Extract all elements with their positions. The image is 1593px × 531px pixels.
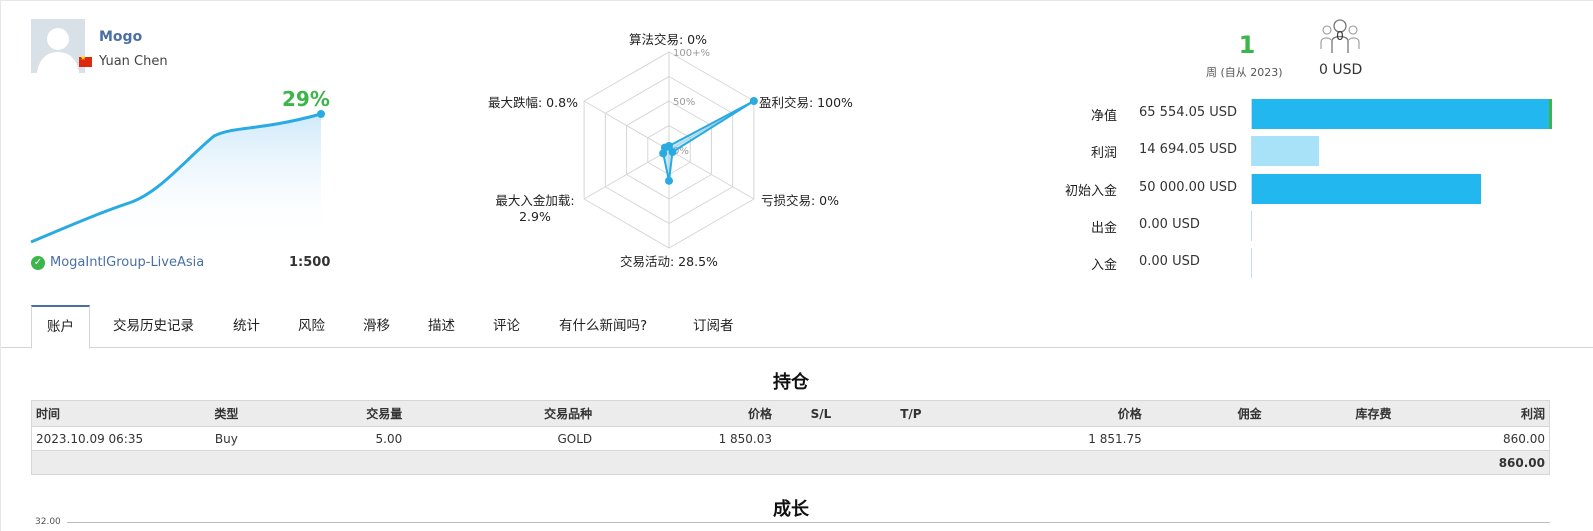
col-time[interactable]: 时间: [31, 400, 192, 427]
china-flag-icon: [79, 54, 92, 67]
radar-label-profit-trades: 盈利交易: 100%: [759, 95, 853, 110]
signal-page: Mogo Yuan Chen 29% ✓ MogaIntlGroup-LiveA…: [0, 0, 1593, 531]
weeks-count: 1: [1238, 31, 1256, 59]
subscription-price: 0 USD: [1319, 62, 1363, 78]
stat-bar: [1252, 174, 1481, 204]
signal-name[interactable]: Mogo: [99, 29, 142, 45]
verified-shield-icon: ✓: [31, 256, 45, 270]
tab-news[interactable]: 有什么新闻吗?: [559, 305, 647, 348]
stat-row-equity: 净值 65 554.05 USD: [1051, 99, 1552, 129]
positions-title: 持仓: [773, 372, 809, 393]
radar-point-profit-trades: [749, 97, 758, 105]
radar-point-loss-trades: [668, 148, 677, 156]
stat-value: 14 694.05 USD: [1139, 142, 1238, 157]
col-swap[interactable]: 库存费: [1265, 400, 1396, 427]
cell-symbol: GOLD: [557, 431, 593, 446]
tab-risk[interactable]: 风险: [298, 305, 325, 348]
positions-table: 时间 类型 交易量 交易品种 价格 S/L T/P 价格 佣金 库存费 利润 2…: [31, 400, 1550, 475]
radar-label-max-deposit-load: 最大入金加载: 2.9%: [487, 190, 583, 224]
stat-row-deposits: 入金 0.00 USD: [1051, 248, 1551, 278]
stat-row-initial-deposit: 初始入金 50 000.00 USD: [1051, 174, 1551, 204]
col-price[interactable]: 价格: [955, 400, 1146, 427]
col-type[interactable]: 类型: [191, 400, 262, 427]
radar-chart: 100+% 50% 0%: [583, 48, 758, 249]
stat-label: 利润: [1090, 146, 1117, 161]
stat-value: 0.00 USD: [1139, 217, 1200, 232]
tab-reviews[interactable]: 评论: [493, 305, 520, 348]
radar-point-activity: [665, 176, 673, 185]
tab-trade-history[interactable]: 交易历史记录: [113, 305, 194, 348]
cell-time: 2023.10.09 06:35: [36, 431, 144, 446]
tab-bar: 账户 交易历史记录 统计 风险 滑移 描述 评论 有什么新闻吗? 订阅者: [1, 305, 1593, 349]
growth-end-point: [317, 110, 325, 118]
tab-subscribers[interactable]: 订阅者: [693, 305, 734, 348]
growth-y-tick: 32.00: [35, 517, 61, 527]
real-name: Yuan Chen: [99, 54, 168, 69]
radar-label-loss-trades: 亏损交易: 0%: [761, 193, 840, 208]
stat-row-profit: 利润 14 694.05 USD: [1051, 136, 1551, 166]
col-profit[interactable]: 利润: [1395, 400, 1550, 427]
stat-value: 50 000.00 USD: [1139, 180, 1238, 195]
cell-tp: [866, 427, 956, 451]
col-volume[interactable]: 交易量: [261, 400, 407, 427]
avatar[interactable]: [31, 19, 85, 73]
cell-price: 1 851.75: [1088, 431, 1142, 446]
growth-axis-line: [67, 522, 1550, 523]
stat-value: 0.00 USD: [1139, 254, 1200, 269]
leverage: 1:500: [289, 255, 331, 270]
total-profit: 860.00: [1395, 450, 1550, 475]
subscribers-icon: 0: [1320, 19, 1360, 53]
stat-label: 净值: [1090, 109, 1117, 124]
radar-label-activity: 交易活动: 28.5%: [620, 254, 718, 269]
cell-swap: [1266, 427, 1396, 451]
stat-label: 入金: [1090, 258, 1117, 273]
growth-title: 成长: [773, 499, 809, 520]
radar-label-max-deposit-load-title: 最大入金加载:: [495, 193, 575, 208]
cell-profit: 860.00: [1503, 431, 1545, 446]
cell-type: Buy: [214, 431, 238, 446]
radar-scale-mid: 50%: [673, 97, 695, 108]
cell-commission: [1146, 427, 1266, 451]
col-tp[interactable]: T/P: [865, 400, 956, 427]
radar-label-max-deposit-load-value: 2.9%: [519, 209, 551, 224]
cell-open-price: 1 850.03: [718, 431, 772, 446]
col-symbol[interactable]: 交易品种: [406, 400, 597, 427]
growth-mini-chart: [30, 110, 325, 246]
table-row[interactable]: 2023.10.09 06:35 Buy 5.00 GOLD 1 850.03 …: [32, 427, 1550, 451]
stat-bar: [1252, 136, 1320, 166]
stat-label: 初始入金: [1064, 184, 1117, 199]
col-open-price[interactable]: 价格: [596, 400, 776, 427]
radar-label-max-drawdown: 最大跌幅: 0.8%: [488, 95, 578, 110]
col-commission[interactable]: 佣金: [1145, 400, 1266, 427]
broker-server-link[interactable]: MogaIntlGroup-LiveAsia: [50, 255, 204, 270]
cell-volume: 5.00: [375, 431, 403, 446]
tab-account[interactable]: 账户: [31, 305, 90, 349]
cell-sl: [776, 427, 866, 451]
radar-scale-max: 100+%: [673, 48, 710, 59]
weeks-label: 周 (自从 2023): [1206, 66, 1283, 79]
col-sl[interactable]: S/L: [776, 400, 866, 427]
stat-value: 65 554.05 USD: [1139, 105, 1238, 120]
tab-description[interactable]: 描述: [428, 305, 455, 348]
stat-row-withdrawals: 出金 0.00 USD: [1051, 211, 1551, 241]
radar-point-max-drawdown: [660, 143, 669, 152]
tab-statistics[interactable]: 统计: [233, 305, 260, 348]
radar-label-algo: 算法交易: 0%: [629, 32, 708, 47]
table-header-row: 时间 类型 交易量 交易品种 价格 S/L T/P 价格 佣金 库存费 利润: [31, 400, 1550, 427]
tab-slippage[interactable]: 滑移: [363, 305, 390, 348]
stat-label: 出金: [1090, 221, 1117, 236]
stat-bar: [1252, 99, 1552, 129]
subscribers-count: 0: [1336, 29, 1344, 43]
table-total-row: 860.00: [31, 450, 1550, 475]
radar-series-polygon: [662, 100, 755, 181]
